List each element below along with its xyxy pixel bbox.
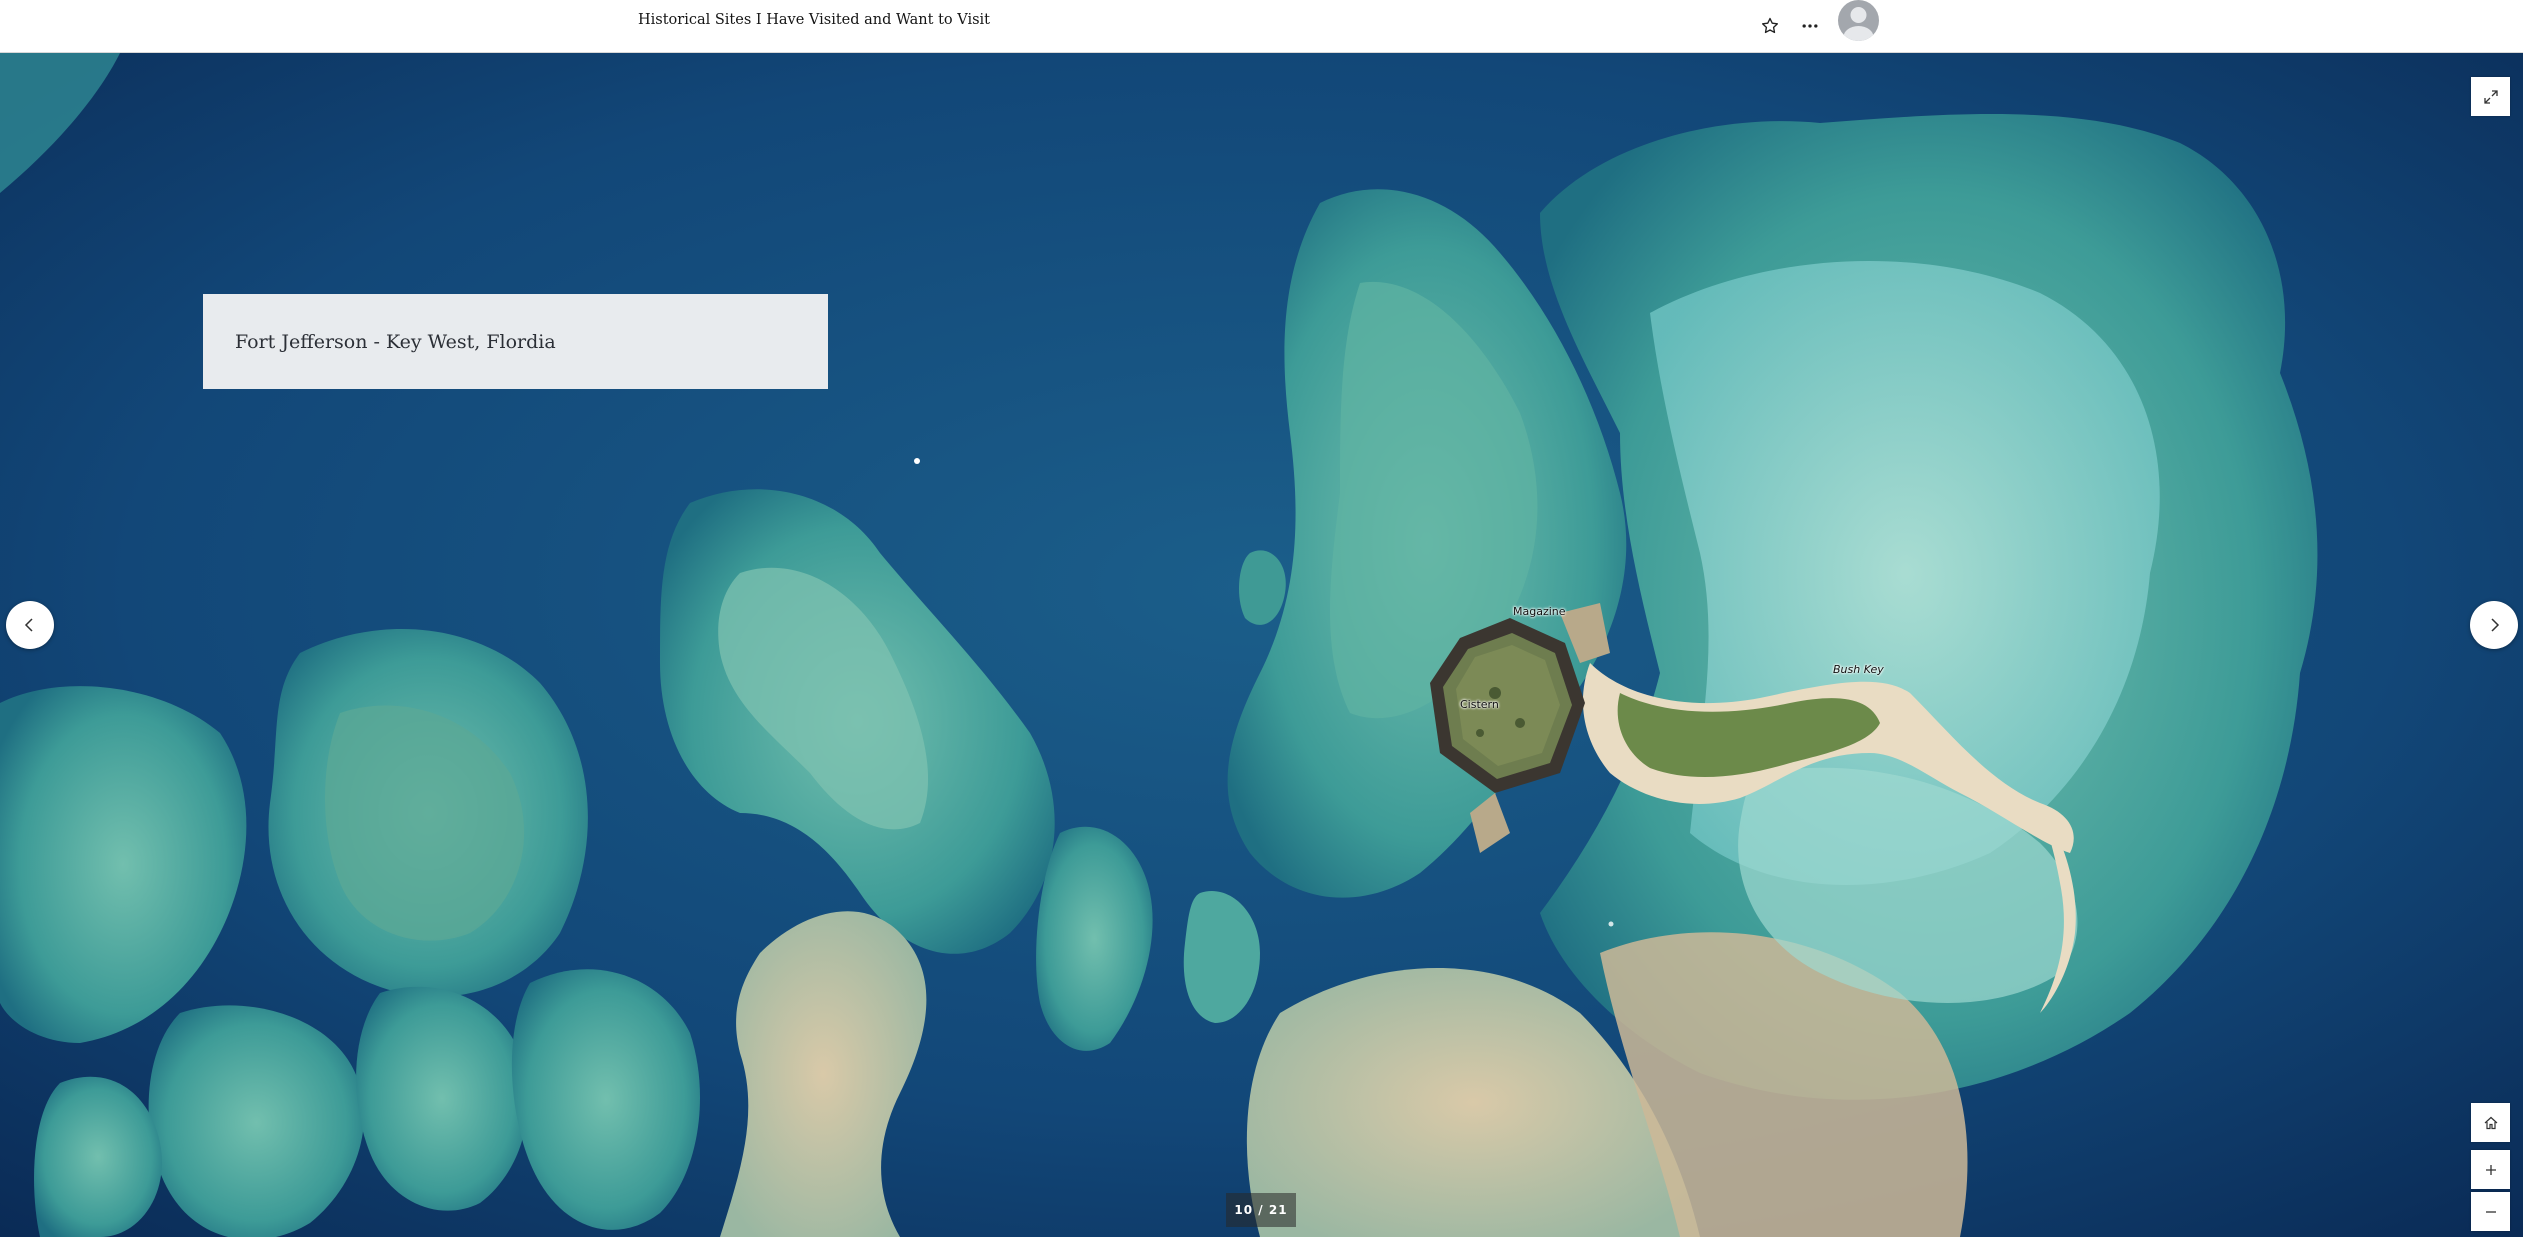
home-icon — [2484, 1116, 2497, 1129]
home-button[interactable] — [2471, 1103, 2510, 1142]
chevron-right-icon — [2491, 618, 2500, 632]
slide-title: Fort Jefferson - Key West, Flordia — [235, 330, 556, 353]
expand-icon — [2483, 89, 2498, 104]
more-options-icon — [1802, 24, 1818, 28]
map-label-cistern: Cistern — [1460, 698, 1499, 711]
previous-slide-button[interactable] — [6, 601, 54, 649]
minus-icon — [2485, 1210, 2496, 1213]
slide-title-card: Fort Jefferson - Key West, Flordia — [203, 294, 828, 389]
user-avatar-icon — [1843, 7, 1874, 41]
slide-counter: 10 / 21 — [1226, 1193, 1296, 1227]
map-label-bush-key: Bush Key — [1833, 663, 1884, 676]
satellite-imagery — [0, 53, 2523, 1237]
map-view[interactable]: Magazine Cistern Bush Key — [0, 53, 2523, 1237]
top-bar: Historical Sites I Have Visited and Want… — [0, 0, 2523, 53]
zoom-out-button[interactable] — [2471, 1192, 2510, 1231]
more-options-button[interactable] — [1792, 8, 1828, 44]
favorite-button[interactable] — [1752, 8, 1788, 44]
map-label-magazine: Magazine — [1513, 605, 1566, 618]
star-icon — [1762, 17, 1778, 34]
next-slide-button[interactable] — [2470, 601, 2518, 649]
zoom-in-button[interactable] — [2471, 1150, 2510, 1189]
user-avatar[interactable] — [1838, 0, 1879, 41]
plus-icon — [2485, 1164, 2496, 1175]
story-title: Historical Sites I Have Visited and Want… — [638, 12, 990, 28]
chevron-left-icon — [24, 618, 33, 632]
fullscreen-button[interactable] — [2471, 77, 2510, 116]
